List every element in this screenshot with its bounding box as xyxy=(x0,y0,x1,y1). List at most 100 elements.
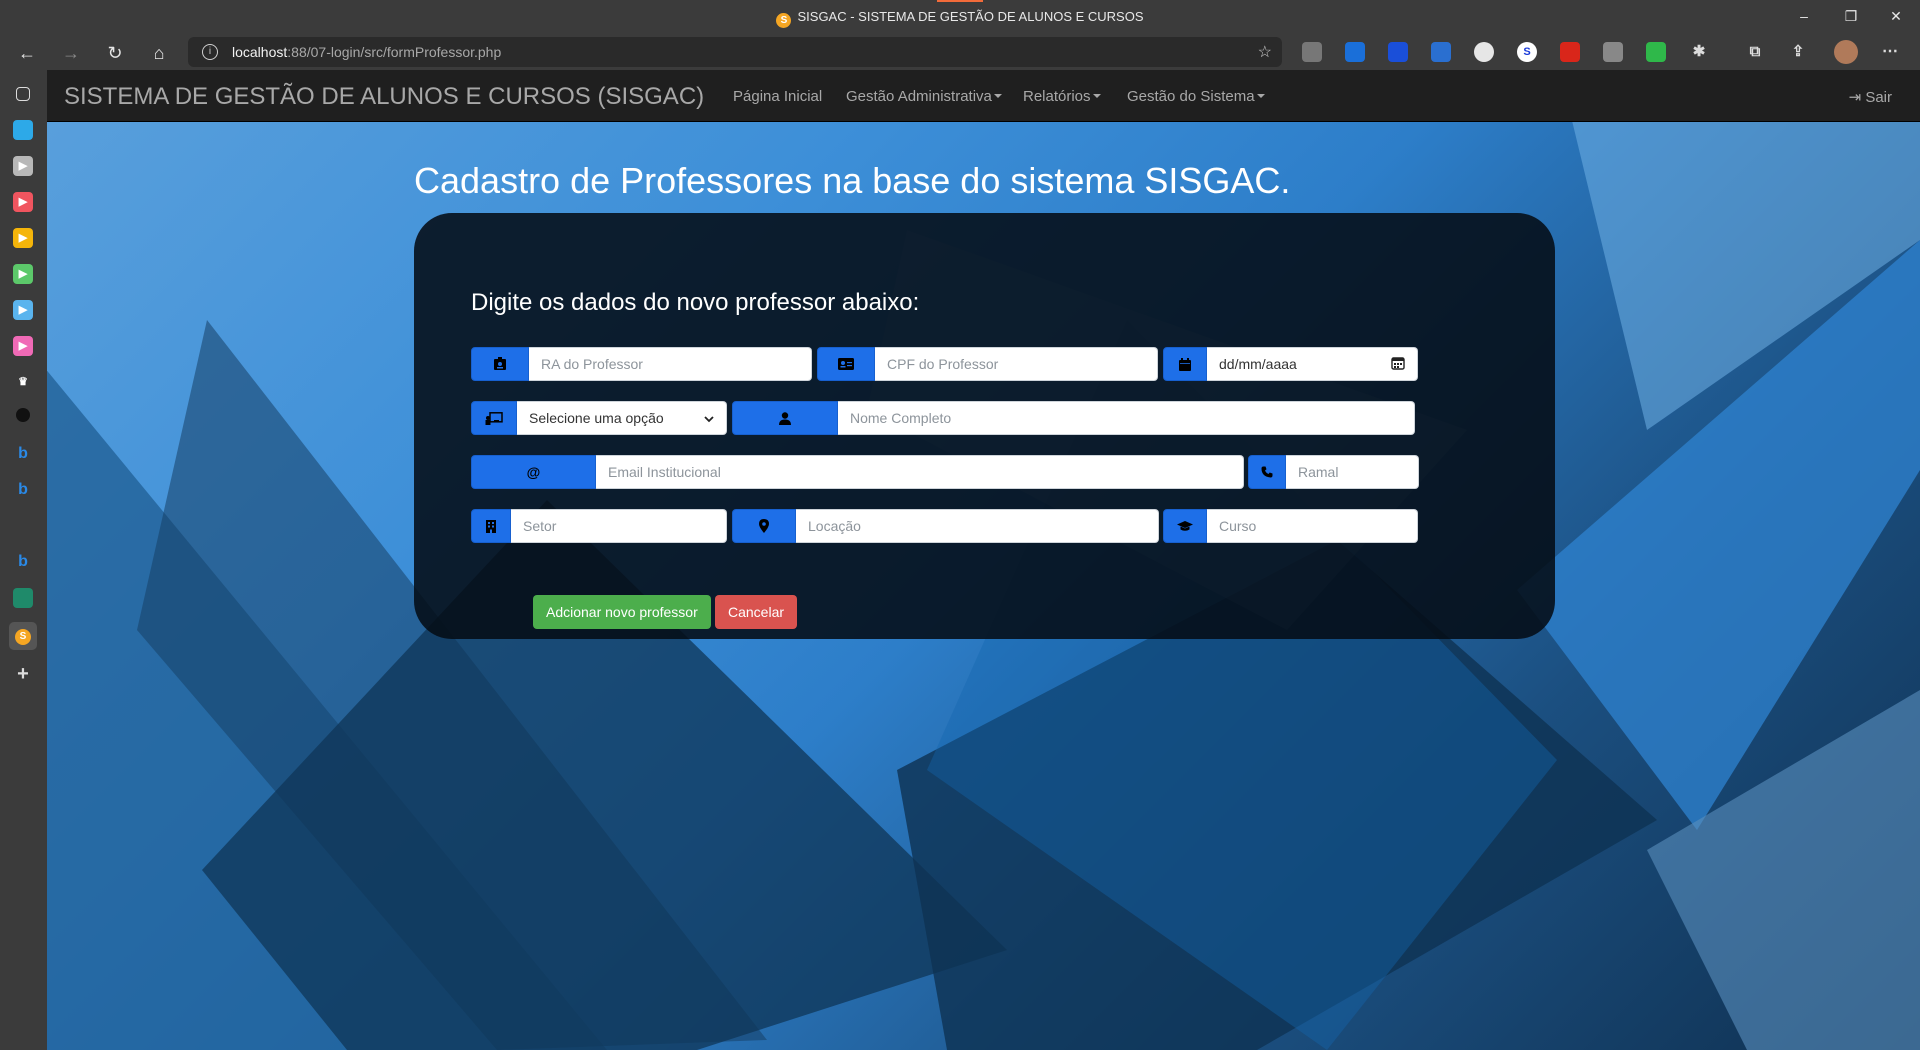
ra-input[interactable]: RA do Professor xyxy=(529,347,812,381)
cpf-input-group: CPF do Professor xyxy=(817,347,1158,381)
curso-input[interactable]: Curso xyxy=(1207,509,1418,543)
app-brand[interactable]: SISTEMA DE GESTÃO DE ALUNOS E CURSOS (SI… xyxy=(64,83,704,111)
site-info-icon[interactable]: i xyxy=(202,44,218,60)
logout-link[interactable]: ⇥ Sair xyxy=(1849,88,1892,106)
more-menu-icon[interactable]: ⋯ xyxy=(1880,42,1900,62)
bing-icon-1[interactable]: b xyxy=(13,444,33,464)
logout-label: Sair xyxy=(1865,89,1892,106)
locacao-placeholder: Locação xyxy=(808,518,861,534)
sidebar-circle-icon[interactable] xyxy=(16,408,30,422)
sidebar-sisgac-active[interactable]: S xyxy=(9,622,37,650)
window-title-text: SISGAC - SISTEMA DE GESTÃO DE ALUNOS E C… xyxy=(797,9,1144,24)
add-professor-button[interactable]: Adcionar novo professor xyxy=(533,595,711,629)
sidebar-app-8-icon[interactable] xyxy=(13,588,33,608)
sidebar-add-icon[interactable]: + xyxy=(13,664,33,684)
caret-down-icon xyxy=(1256,94,1265,98)
nav-admin-dropdown[interactable]: Gestão Administrativa xyxy=(846,88,1002,105)
bing-icon-3[interactable]: b xyxy=(13,552,33,572)
setor-input-group: Setor xyxy=(471,509,727,543)
date-input-group: dd/mm/aaaa xyxy=(1163,347,1418,381)
id-card-icon xyxy=(817,347,875,381)
locacao-input[interactable]: Locação xyxy=(796,509,1159,543)
email-input-group: @ Email Institucional xyxy=(471,455,1244,489)
ramal-input[interactable]: Ramal xyxy=(1286,455,1419,489)
nav-admin-label: Gestão Administrativa xyxy=(846,88,992,105)
role-select-group: Selecione uma opção xyxy=(471,401,727,435)
cpf-placeholder: CPF do Professor xyxy=(887,356,999,372)
form-subtitle: Digite os dados do novo professor abaixo… xyxy=(471,289,920,316)
extensions-puzzle-icon[interactable]: ✱ xyxy=(1689,42,1709,62)
ramal-input-group: Ramal xyxy=(1248,455,1419,489)
extension-5-icon[interactable] xyxy=(1474,42,1494,62)
sidebar-app-2-icon[interactable]: ▶ xyxy=(13,156,33,176)
cpf-input[interactable]: CPF do Professor xyxy=(875,347,1158,381)
collections-icon[interactable]: ⧉ xyxy=(1745,42,1765,62)
nav-reports-label: Relatórios xyxy=(1023,88,1091,105)
nav-system-label: Gestão do Sistema xyxy=(1127,88,1255,105)
sidebar-app-3-icon[interactable]: ▶ xyxy=(13,192,33,212)
calendar-icon xyxy=(1163,347,1207,381)
sidebar-app-5-icon[interactable]: ▶ xyxy=(13,264,33,284)
nav-home-label: Página Inicial xyxy=(733,88,823,105)
sign-out-icon: ⇥ xyxy=(1848,89,1862,106)
teacher-board-icon xyxy=(471,401,517,435)
url-text: localhost:88/07-login/src/formProfessor.… xyxy=(232,44,501,60)
share-icon[interactable]: ⇪ xyxy=(1788,42,1808,62)
cancel-button[interactable]: Cancelar xyxy=(715,595,798,629)
profile-avatar[interactable] xyxy=(1834,40,1858,64)
building-icon xyxy=(471,509,511,543)
extension-2-icon[interactable] xyxy=(1345,42,1365,62)
extension-9-icon[interactable] xyxy=(1646,42,1666,62)
email-input[interactable]: Email Institucional xyxy=(596,455,1244,489)
setor-input[interactable]: Setor xyxy=(511,509,727,543)
birth-date-input[interactable]: dd/mm/aaaa xyxy=(1207,347,1418,381)
name-input-group: Nome Completo xyxy=(732,401,1415,435)
forward-icon[interactable]: → xyxy=(58,40,84,66)
sidebar-app-1-icon[interactable] xyxy=(13,120,33,140)
form-card: Digite os dados do novo professor abaixo… xyxy=(414,213,1555,639)
url-path: :88/07-login/src/formProfessor.php xyxy=(287,44,502,60)
restore-icon[interactable]: ❐ xyxy=(1840,6,1862,26)
name-placeholder: Nome Completo xyxy=(850,410,952,426)
date-picker-icon[interactable] xyxy=(1391,356,1405,373)
sidebar-app-4-icon[interactable]: ▶ xyxy=(13,228,33,248)
close-icon[interactable]: ✕ xyxy=(1885,6,1907,26)
nav-home[interactable]: Página Inicial xyxy=(733,88,822,105)
at-sign-icon: @ xyxy=(471,455,596,489)
locacao-input-group: Locação xyxy=(732,509,1159,543)
sidebar-app-6-icon[interactable]: ▶ xyxy=(13,300,33,320)
nav-system-dropdown[interactable]: Gestão do Sistema xyxy=(1127,88,1265,105)
extension-8-icon[interactable] xyxy=(1603,42,1623,62)
ramal-placeholder: Ramal xyxy=(1298,464,1339,480)
extension-4-icon[interactable] xyxy=(1431,42,1451,62)
bitwarden-extension-icon[interactable] xyxy=(1388,42,1408,62)
active-tab-indicator xyxy=(937,0,983,2)
role-select[interactable]: Selecione uma opção xyxy=(517,401,727,435)
map-marker-icon xyxy=(732,509,796,543)
page-title: Cadastro de Professores na base do siste… xyxy=(414,160,1291,201)
shield-extension-icon[interactable] xyxy=(1302,42,1322,62)
role-select-value: Selecione uma opção xyxy=(529,410,664,426)
home-icon[interactable]: ⌂ xyxy=(146,40,172,66)
ra-placeholder: RA do Professor xyxy=(541,356,643,372)
sidebar-toggle-icon[interactable] xyxy=(16,87,30,101)
nav-reports-dropdown[interactable]: Relatórios xyxy=(1023,88,1101,105)
graduation-cap-icon xyxy=(1163,509,1207,543)
favorite-star-icon[interactable]: ☆ xyxy=(1258,42,1272,62)
user-icon xyxy=(732,401,838,435)
back-icon[interactable]: ← xyxy=(14,40,40,66)
ra-input-group: RA do Professor xyxy=(471,347,812,381)
sidebar-crown-icon[interactable]: ♛ xyxy=(13,372,33,392)
url-field[interactable]: i localhost:88/07-login/src/formProfesso… xyxy=(188,37,1282,67)
extension-7-icon[interactable] xyxy=(1560,42,1580,62)
extension-6-icon[interactable]: S xyxy=(1517,42,1537,62)
url-host: localhost xyxy=(232,44,288,60)
sidebar-app-7-icon[interactable]: ▶ xyxy=(13,336,33,356)
curso-placeholder: Curso xyxy=(1219,518,1257,534)
minimize-icon[interactable]: – xyxy=(1793,6,1815,26)
bing-icon-2[interactable]: b xyxy=(13,480,33,500)
browser-window: S SISGAC - SISTEMA DE GESTÃO DE ALUNOS E … xyxy=(0,0,1920,1050)
browser-sidebar: ▶ ▶ ▶ ▶ ▶ ▶ ♛ b b b S + xyxy=(0,70,47,1050)
full-name-input[interactable]: Nome Completo xyxy=(838,401,1415,435)
reload-icon[interactable]: ↻ xyxy=(102,40,128,66)
